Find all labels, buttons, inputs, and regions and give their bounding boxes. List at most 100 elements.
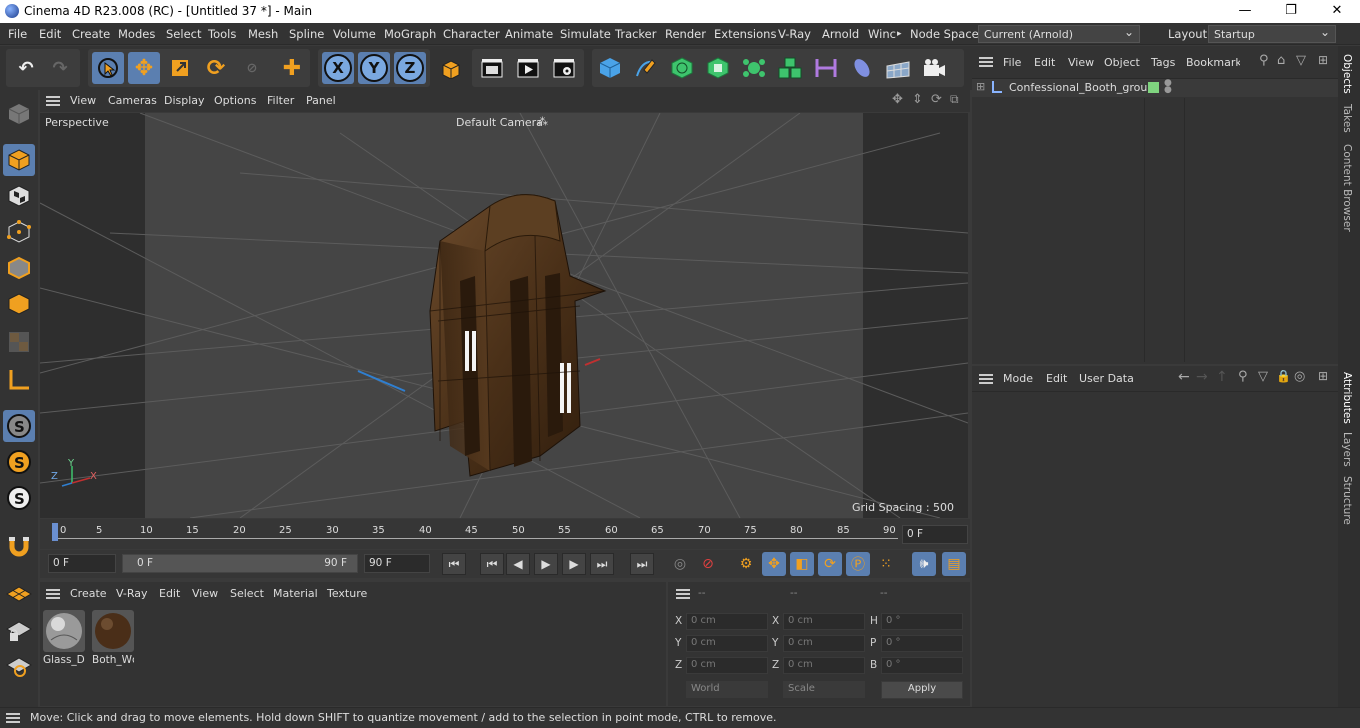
attribute-menu-edit[interactable]: Edit bbox=[1046, 372, 1067, 385]
attribute-menu-mode[interactable]: Mode bbox=[1003, 372, 1033, 385]
rotation-h-field[interactable]: 0 ° bbox=[881, 613, 963, 630]
coordinate-mode-dropdown[interactable]: Scale bbox=[783, 681, 865, 698]
minimize-button[interactable]: — bbox=[1222, 0, 1268, 23]
timeline-ruler[interactable]: 0 5 10 15 20 25 30 35 40 45 50 55 60 65 … bbox=[40, 519, 970, 549]
render-settings-icon[interactable] bbox=[548, 52, 580, 84]
camera-label[interactable]: Default Camera bbox=[456, 116, 543, 129]
maximize-button[interactable]: ❐ bbox=[1268, 0, 1314, 23]
material-name[interactable]: Glass_Dc bbox=[43, 654, 85, 666]
target-icon[interactable]: ◎ bbox=[1294, 369, 1305, 384]
subdivision-surface-icon[interactable] bbox=[666, 52, 698, 84]
position-z-field[interactable]: 0 cm bbox=[686, 657, 768, 674]
size-x-field[interactable]: 0 cm bbox=[783, 613, 865, 630]
next-key-icon[interactable]: ⏭ bbox=[590, 553, 614, 575]
menu-select[interactable]: Select bbox=[166, 27, 201, 41]
key-parameter-icon[interactable]: Ⓟ bbox=[846, 552, 870, 576]
size-z-field[interactable]: 0 cm bbox=[783, 657, 865, 674]
material-menu-vray[interactable]: V-Ray bbox=[116, 587, 148, 600]
status-menu-icon[interactable] bbox=[6, 713, 20, 723]
search-icon[interactable]: ⚲ bbox=[1238, 369, 1248, 384]
play-icon[interactable]: ▶ bbox=[534, 553, 558, 575]
magnet-icon[interactable] bbox=[3, 530, 35, 562]
menu-mograph[interactable]: MoGraph bbox=[384, 27, 436, 41]
key-scale-icon[interactable]: ◧ bbox=[790, 552, 814, 576]
material-menu-view[interactable]: View bbox=[192, 587, 218, 600]
position-x-field[interactable]: 0 cm bbox=[686, 613, 768, 630]
layout-dropdown[interactable]: Startup bbox=[1208, 25, 1336, 43]
attribute-menu-icon[interactable] bbox=[979, 374, 993, 384]
menu-tracker[interactable]: Tracker bbox=[615, 27, 657, 41]
menu-arnold[interactable]: Arnold bbox=[822, 27, 859, 41]
extrude-icon[interactable] bbox=[702, 52, 734, 84]
material-menu-edit[interactable]: Edit bbox=[159, 587, 180, 600]
menu-tools[interactable]: Tools bbox=[208, 27, 236, 41]
tab-layers[interactable]: Layers bbox=[1341, 432, 1353, 467]
close-button[interactable]: ✕ bbox=[1314, 0, 1360, 23]
viewport-menu-cameras[interactable]: Cameras bbox=[108, 94, 157, 107]
coordinate-space-dropdown[interactable]: World bbox=[686, 681, 768, 698]
viewport-pan-icon[interactable]: ✥ bbox=[892, 92, 903, 107]
tab-structure[interactable]: Structure bbox=[1341, 476, 1353, 525]
material-thumbnail[interactable] bbox=[92, 610, 134, 652]
material-menu-icon[interactable] bbox=[46, 589, 60, 599]
object-menu-edit[interactable]: Edit bbox=[1034, 56, 1055, 69]
camera-object-icon[interactable] bbox=[918, 52, 950, 84]
viewport-menu-filter[interactable]: Filter bbox=[267, 94, 294, 107]
lock-icon[interactable]: 🔒 bbox=[1276, 369, 1291, 383]
object-menu-bookmarks[interactable]: Bookmarks bbox=[1186, 56, 1240, 69]
transform-tool-icon[interactable]: ✚ bbox=[276, 52, 308, 84]
recent-tools-icon[interactable]: ⊘ bbox=[236, 52, 268, 84]
viewport-menu-view[interactable]: View bbox=[70, 94, 96, 107]
autokey-icon[interactable]: ⊘ bbox=[696, 552, 720, 576]
menu-edit[interactable]: Edit bbox=[39, 27, 61, 41]
menu-window[interactable]: Winc bbox=[868, 27, 896, 41]
cloner-icon[interactable] bbox=[738, 52, 770, 84]
viewport-orbit-icon[interactable]: ⟳ bbox=[931, 92, 942, 107]
viewport-dolly-icon[interactable]: ⇕ bbox=[912, 92, 923, 107]
up-arrow-icon[interactable]: ↑ bbox=[1216, 369, 1228, 385]
current-frame-field[interactable]: 0 F bbox=[902, 525, 968, 544]
confessional-booth-model[interactable] bbox=[380, 181, 610, 481]
sound-icon[interactable]: 🕪 bbox=[912, 552, 936, 576]
next-frame-icon[interactable]: ▶ bbox=[562, 553, 586, 575]
node-space-dropdown[interactable]: Current (Arnold) bbox=[978, 25, 1140, 43]
menu-more-icon[interactable]: ▸ bbox=[897, 29, 902, 39]
model-mode-icon[interactable] bbox=[3, 144, 35, 176]
object-menu-icon[interactable] bbox=[979, 57, 993, 67]
new-panel-icon[interactable]: ⊞ bbox=[1318, 53, 1328, 67]
points-mode-icon[interactable] bbox=[3, 216, 35, 248]
menu-modes[interactable]: Modes bbox=[118, 27, 155, 41]
menu-file[interactable]: File bbox=[8, 27, 27, 41]
visibility-dots-icon[interactable]: ● ● bbox=[1164, 79, 1172, 95]
material-name[interactable]: Both_Wc bbox=[92, 654, 134, 666]
viewport-menu-display[interactable]: Display bbox=[164, 94, 205, 107]
3d-viewport[interactable]: Perspective Default Camera ⁂ Grid Spacin… bbox=[40, 113, 968, 518]
deformer-bend-icon[interactable] bbox=[810, 52, 842, 84]
polygons-mode-icon[interactable] bbox=[3, 288, 35, 320]
object-menu-file[interactable]: File bbox=[1003, 56, 1021, 69]
undo-icon[interactable]: ↶ bbox=[10, 52, 42, 84]
attribute-menu-user-data[interactable]: User Data bbox=[1079, 372, 1134, 385]
size-y-field[interactable]: 0 cm bbox=[783, 635, 865, 652]
grid-refresh-icon[interactable] bbox=[3, 650, 35, 682]
search-icon[interactable]: ⚲ bbox=[1259, 53, 1269, 68]
playhead[interactable] bbox=[52, 523, 58, 541]
go-to-end-icon[interactable]: ⏭ bbox=[630, 553, 654, 575]
menu-mesh[interactable]: Mesh bbox=[248, 27, 278, 41]
go-to-start-icon[interactable]: ⏮ bbox=[442, 553, 466, 575]
render-view-icon[interactable] bbox=[476, 52, 508, 84]
forward-arrow-icon[interactable]: → bbox=[1196, 369, 1208, 385]
locked-grid-icon[interactable] bbox=[3, 614, 35, 646]
symmetry-icon[interactable]: S bbox=[3, 482, 35, 514]
menu-render[interactable]: Render bbox=[665, 27, 706, 41]
tab-attributes[interactable]: Attributes bbox=[1341, 372, 1353, 424]
cube-object-icon[interactable] bbox=[594, 52, 626, 84]
tab-content-browser[interactable]: Content Browser bbox=[1341, 144, 1353, 232]
make-editable-icon[interactable] bbox=[3, 98, 35, 130]
material-menu-material[interactable]: Material bbox=[273, 587, 318, 600]
render-to-picture-viewer-icon[interactable] bbox=[512, 52, 544, 84]
material-menu-texture[interactable]: Texture bbox=[327, 587, 367, 600]
menu-character[interactable]: Character bbox=[443, 27, 500, 41]
edges-mode-icon[interactable] bbox=[3, 252, 35, 284]
coordinates-menu-icon[interactable] bbox=[676, 589, 690, 599]
